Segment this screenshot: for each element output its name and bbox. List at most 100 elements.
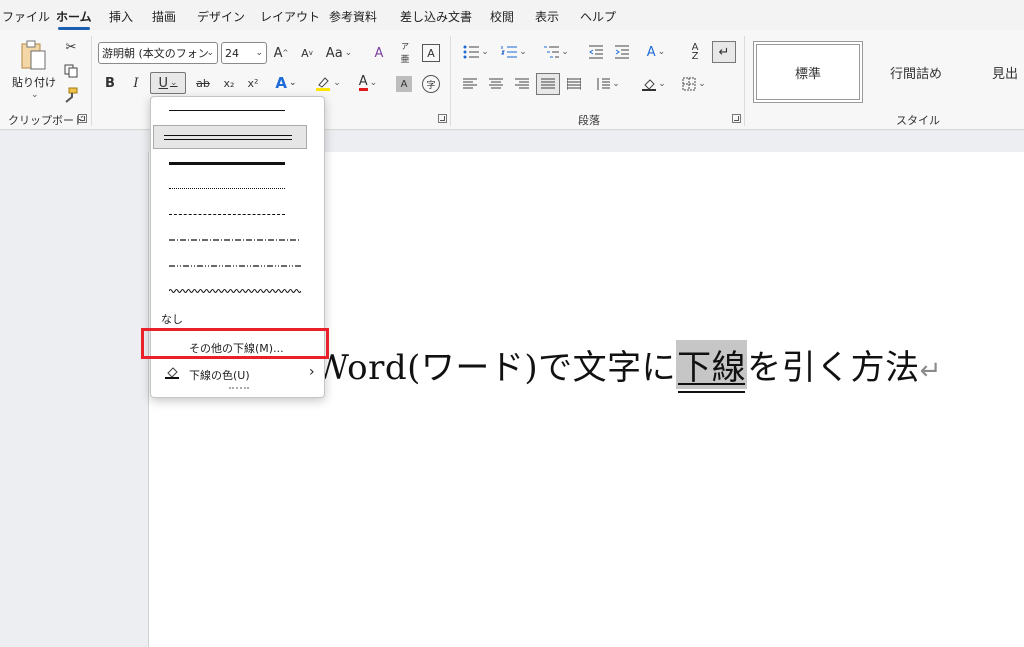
- paragraph-launcher-icon[interactable]: [732, 114, 741, 123]
- align-center-icon[interactable]: [486, 74, 506, 94]
- style-normal[interactable]: 標準: [754, 42, 862, 102]
- font-launcher-icon[interactable]: [438, 114, 447, 123]
- callout-highlight-box: [141, 328, 329, 359]
- group-separator: [91, 36, 92, 126]
- change-case-icon[interactable]: Aa ⌄: [324, 44, 354, 62]
- underline-dotted-option[interactable]: [159, 177, 299, 199]
- highlight-color-icon[interactable]: ⌄: [314, 74, 342, 92]
- clear-formatting-icon[interactable]: A: [370, 44, 388, 62]
- tab-mailings[interactable]: 差し込み文書: [400, 8, 472, 25]
- paragraph-mark: ↵: [919, 356, 942, 386]
- font-size-value: 24: [225, 46, 239, 60]
- style-no-spacing-label: 行間詰め: [889, 66, 942, 82]
- menu-resize-grip-icon[interactable]: [229, 387, 249, 391]
- paste-icon[interactable]: [14, 36, 52, 76]
- distributed-icon[interactable]: [564, 74, 584, 94]
- underline-single-option[interactable]: [159, 99, 299, 121]
- shading-icon[interactable]: ⌄: [638, 74, 670, 94]
- underline-color-option[interactable]: 下線の色(U): [189, 367, 250, 383]
- bold-glyph: B: [105, 75, 115, 91]
- italic-glyph: I: [133, 75, 139, 91]
- font-size-box[interactable]: 24 ⌄: [221, 42, 267, 64]
- underline-dropdown-icon[interactable]: ⌄: [170, 78, 178, 88]
- underline-thick-option[interactable]: [159, 151, 299, 173]
- menu-tab-bar: ファイル ホーム 挿入 描画 デザイン レイアウト 参考資料 差し込み文書 校閲…: [0, 0, 1024, 30]
- underline-wave-option[interactable]: [159, 281, 301, 303]
- text-effects-icon[interactable]: A ⌄: [274, 74, 298, 92]
- document-text-after: を引く方法: [747, 348, 920, 388]
- styles-gallery: 標準 行間詰め 見出: [752, 40, 1024, 102]
- underline-dot-dash-option[interactable]: [159, 229, 301, 251]
- bold-button[interactable]: B: [102, 74, 118, 92]
- font-name-box[interactable]: 游明朝 (本文のフォン ⌄: [98, 42, 218, 64]
- group-separator: [744, 36, 745, 126]
- tab-insert[interactable]: 挿入: [109, 8, 133, 25]
- numbering-icon[interactable]: ⌄: [498, 42, 530, 62]
- clipboard-group-label: クリップボード: [8, 114, 85, 127]
- enclose-characters-icon[interactable]: 字: [422, 75, 440, 93]
- character-shading-icon[interactable]: A: [396, 76, 412, 92]
- document-heading-text[interactable]: Word(ワード)で文字に下線を引く方法↵: [314, 340, 942, 393]
- copy-icon[interactable]: [62, 62, 80, 80]
- grow-font-glyph: A: [273, 45, 283, 61]
- style-heading-label: 見出: [992, 66, 1019, 82]
- align-left-icon[interactable]: [460, 74, 480, 94]
- sort-icon[interactable]: AZ: [684, 42, 706, 62]
- show-paragraph-marks-icon[interactable]: ↵: [712, 41, 736, 63]
- tab-file[interactable]: ファイル: [2, 8, 50, 25]
- underline-dot-dot-dash-option[interactable]: [159, 255, 301, 277]
- underline-dashed-option[interactable]: [159, 203, 299, 225]
- font-color-icon[interactable]: A ⌄: [354, 74, 382, 92]
- underline-button[interactable]: U ⌄: [150, 72, 186, 94]
- phonetic-guide-icon[interactable]: ア亜: [396, 42, 414, 65]
- tab-layout[interactable]: レイアウト: [260, 8, 320, 25]
- bullets-icon[interactable]: ⌄: [460, 42, 492, 62]
- underline-double-option[interactable]: [153, 125, 307, 149]
- multilevel-list-icon[interactable]: ⌄: [540, 42, 572, 62]
- font-size-dropdown-icon[interactable]: ⌄: [255, 48, 263, 58]
- paste-label[interactable]: 貼り付け: [12, 74, 56, 90]
- grow-font-icon[interactable]: A ^: [272, 44, 290, 62]
- align-right-icon[interactable]: [512, 74, 532, 94]
- change-case-glyph: Aa: [325, 45, 343, 61]
- paragraph-group-label: 段落: [578, 114, 600, 127]
- underline-color-icon: [163, 363, 181, 381]
- character-border-icon[interactable]: A: [422, 44, 440, 62]
- line-spacing-icon[interactable]: ⌄: [592, 74, 624, 94]
- asian-layout-icon[interactable]: A ⌄: [640, 42, 672, 62]
- strikethrough-button[interactable]: ab: [194, 74, 212, 92]
- superscript-button[interactable]: x²: [244, 74, 262, 92]
- paste-dropdown-icon[interactable]: ⌄: [31, 90, 39, 100]
- group-separator: [450, 36, 451, 126]
- shrink-font-icon[interactable]: Av: [298, 44, 316, 62]
- justify-icon[interactable]: [536, 73, 560, 95]
- subscript-glyph: x₂: [223, 76, 235, 90]
- clipboard-launcher-icon[interactable]: [78, 114, 87, 123]
- tab-references[interactable]: 参考資料: [329, 8, 377, 25]
- underline-none-option[interactable]: なし: [161, 311, 183, 327]
- styles-group-label: スタイル: [896, 114, 940, 127]
- style-normal-label: 標準: [794, 66, 821, 82]
- tab-home[interactable]: ホーム: [56, 8, 92, 30]
- subscript-button[interactable]: x₂: [220, 74, 238, 92]
- borders-icon[interactable]: ⌄: [678, 74, 710, 94]
- selected-text[interactable]: 下線: [676, 340, 748, 393]
- style-no-spacing[interactable]: 行間詰め: [864, 44, 968, 100]
- format-painter-icon[interactable]: [62, 86, 80, 104]
- tab-help[interactable]: ヘルプ: [580, 8, 616, 25]
- submenu-arrow-icon: ›: [309, 364, 315, 380]
- document-text-before: Word(ワード)で文字に: [314, 348, 677, 388]
- font-name-dropdown-icon[interactable]: ⌄: [206, 48, 214, 58]
- italic-button[interactable]: I: [128, 74, 144, 92]
- decrease-indent-icon[interactable]: [586, 42, 606, 62]
- underline-glyph: U: [158, 75, 168, 91]
- style-heading[interactable]: 見出: [972, 44, 1024, 100]
- tab-draw[interactable]: 描画: [152, 8, 176, 25]
- tab-view[interactable]: 表示: [535, 8, 559, 25]
- tab-design[interactable]: デザイン: [197, 8, 245, 25]
- document-left-margin: [0, 131, 148, 647]
- superscript-glyph: x²: [247, 76, 259, 90]
- tab-review[interactable]: 校閲: [490, 8, 514, 25]
- increase-indent-icon[interactable]: [612, 42, 632, 62]
- cut-icon[interactable]: ✂: [62, 38, 80, 56]
